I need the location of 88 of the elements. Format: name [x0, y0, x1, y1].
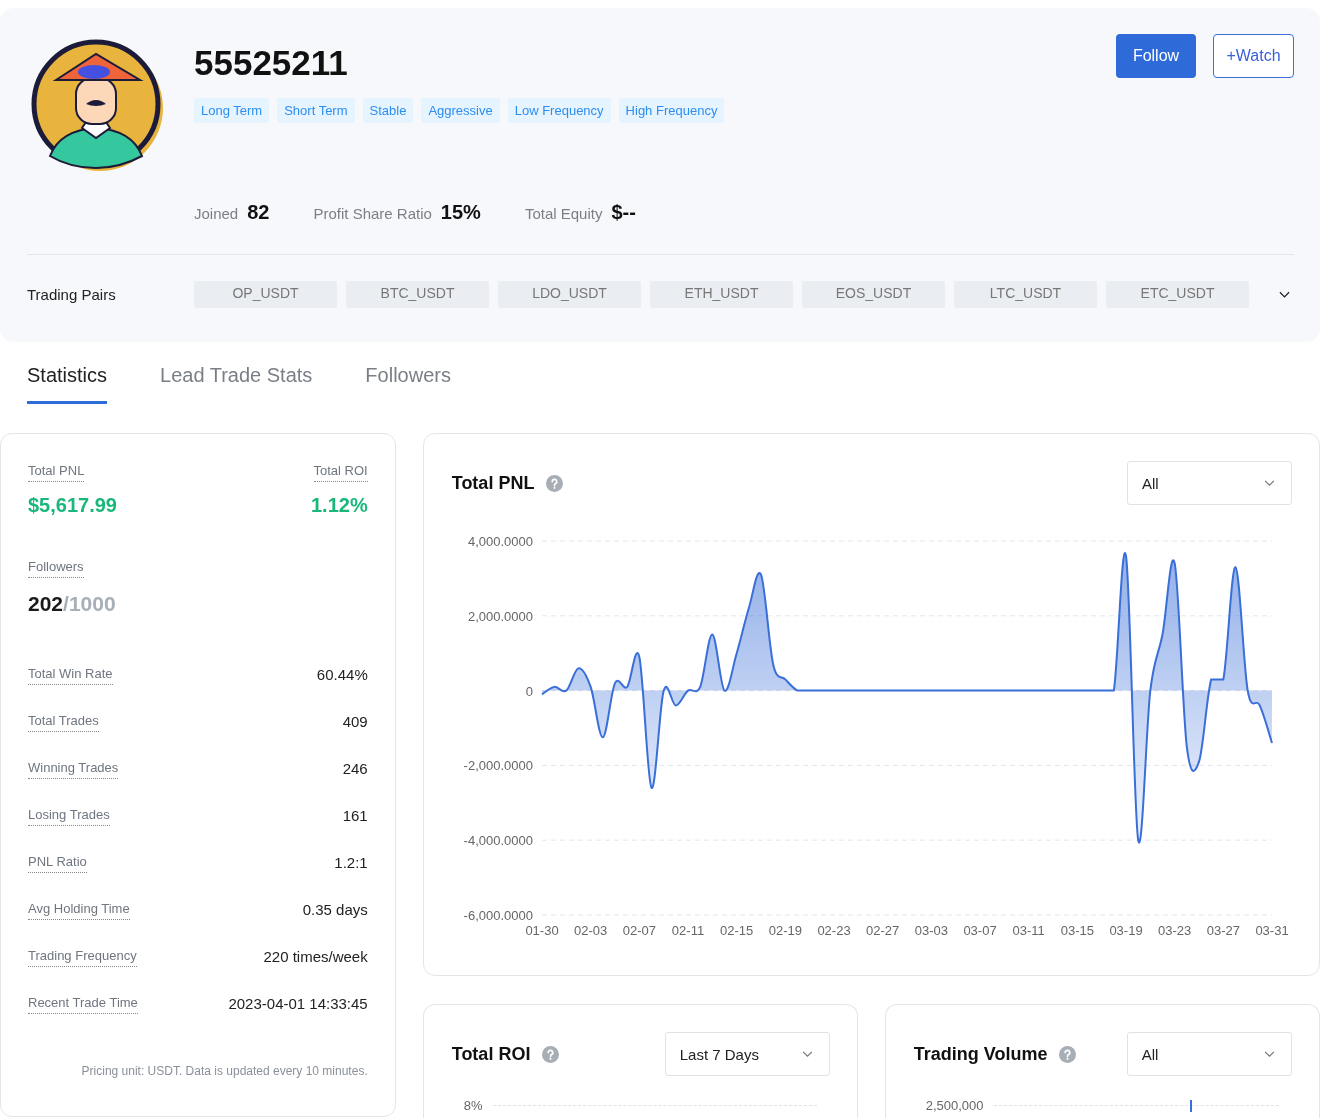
stat-value: 246: [342, 760, 368, 777]
x-tick-label: 02-11: [671, 923, 704, 938]
stat-value: 220 times/week: [263, 948, 368, 965]
chart-title: Total PNL: [451, 472, 535, 494]
stat-label: Joined: [194, 205, 239, 222]
trading-pairs-label: Trading Pairs: [27, 286, 117, 303]
chevron-down-icon: [1263, 1050, 1275, 1058]
style-tag: Low Frequency: [507, 98, 611, 123]
volume-bar: [1189, 1100, 1192, 1112]
follower-count: 202: [28, 592, 64, 615]
x-tick-label: 03-23: [1157, 923, 1191, 938]
x-tick-label: 03-31: [1255, 923, 1289, 938]
metric-value: 1.12%: [311, 494, 368, 517]
stat-label: Recent Trade Time: [28, 995, 138, 1014]
stat-label: Winning Trades: [28, 760, 119, 779]
x-tick-label: 02-19: [768, 923, 802, 938]
help-icon[interactable]: [542, 1045, 560, 1063]
stat-label: Avg Holding Time: [28, 901, 130, 920]
stat-label: Trading Frequency: [28, 948, 137, 967]
x-tick-label: 03-27: [1206, 923, 1240, 938]
stat-label: Total Win Rate: [28, 666, 113, 685]
stat-label: Profit Share Ratio: [313, 205, 432, 222]
filter-dropdown[interactable]: Last 7 Days: [664, 1032, 830, 1076]
pair-chip[interactable]: LDO_USDT: [498, 281, 641, 308]
x-tick-label: 03-19: [1109, 923, 1143, 938]
metric-label: Total PNL: [28, 463, 85, 482]
stat-value: 0.35 days: [302, 901, 368, 918]
style-tag: Short Term: [277, 98, 355, 123]
x-tick-label: 02-27: [865, 923, 899, 938]
chevron-down-icon: [1264, 479, 1275, 487]
filter-dropdown[interactable]: All: [1127, 461, 1292, 505]
pair-chip[interactable]: LTC_USDT: [954, 281, 1097, 308]
metric-value: $5,617.99: [28, 494, 117, 517]
pair-chip[interactable]: OP_USDT: [194, 281, 337, 308]
y-tick-label: -4,000.0000: [463, 833, 533, 849]
stat-label: PNL Ratio: [28, 854, 87, 873]
metric-label: Followers: [28, 559, 84, 578]
pair-chip[interactable]: BTC_USDT: [346, 281, 489, 308]
style-tag: High Frequency: [618, 98, 725, 123]
tab[interactable]: Lead Trade Stats: [160, 361, 313, 404]
y-tick-label: -6,000.0000: [463, 908, 533, 923]
x-tick-label: 02-07: [622, 923, 656, 938]
stat-label: Total Trades: [28, 713, 99, 732]
chart-title: Total ROI: [451, 1043, 531, 1065]
x-tick-label: 01-30: [525, 923, 559, 938]
y-tick-label: 4,000.0000: [467, 534, 533, 549]
x-tick-label: 02-15: [719, 923, 753, 938]
x-tick-label: 02-03: [573, 923, 607, 938]
footnote: Pricing unit: USDT. Data is updated every 10 minutes.: [80, 1064, 368, 1078]
stat-value: 1.2:1: [334, 854, 368, 871]
watch-button[interactable]: +Watch: [1213, 34, 1294, 78]
stat-value: $--: [611, 201, 636, 224]
style-tag: Aggressive: [421, 98, 500, 123]
x-tick-label: 03-15: [1060, 923, 1094, 938]
style-tag: Long Term: [194, 98, 270, 123]
metric-label: Total ROI: [313, 463, 368, 482]
chevron-down-icon[interactable]: [1279, 290, 1290, 299]
tab[interactable]: Followers: [365, 361, 451, 404]
y-tick-label: 8%: [463, 1098, 483, 1113]
stat-value: 60.44%: [316, 666, 368, 683]
help-icon[interactable]: [1059, 1045, 1077, 1063]
stat-value: 15%: [440, 201, 481, 224]
stat-value: 2023-04-01 14:33:45: [228, 995, 368, 1012]
y-tick-label: 2,000.0000: [467, 608, 533, 624]
stat-value: 409: [342, 713, 368, 730]
x-tick-label: 03-07: [963, 923, 997, 938]
x-tick-label: 03-03: [914, 923, 948, 938]
stat-label: Total Equity: [524, 205, 603, 222]
help-icon[interactable]: [546, 474, 564, 492]
follower-limit: /1000: [63, 592, 116, 615]
stat-value: 82: [247, 201, 270, 224]
chevron-down-icon: [801, 1050, 813, 1058]
y-tick-label: -2,000.0000: [463, 758, 533, 774]
pair-chip[interactable]: ETH_USDT: [650, 281, 793, 308]
stat-value: 161: [342, 807, 368, 824]
style-tag: Stable: [362, 98, 414, 123]
follow-button[interactable]: Follow: [1116, 34, 1196, 78]
pair-chip[interactable]: ETC_USDT: [1106, 281, 1249, 308]
x-tick-label: 03-11: [1012, 923, 1045, 938]
chart-title: Trading Volume: [913, 1043, 1048, 1065]
filter-dropdown[interactable]: All: [1126, 1032, 1292, 1076]
stat-label: Losing Trades: [28, 807, 110, 826]
y-tick-label: 2,500,000: [925, 1098, 984, 1113]
pair-chip[interactable]: EOS_USDT: [802, 281, 945, 308]
tab[interactable]: Statistics: [27, 361, 108, 404]
trader-id: 55525211: [194, 44, 349, 82]
y-tick-label: 0: [525, 683, 533, 699]
x-tick-label: 02-23: [817, 923, 851, 938]
